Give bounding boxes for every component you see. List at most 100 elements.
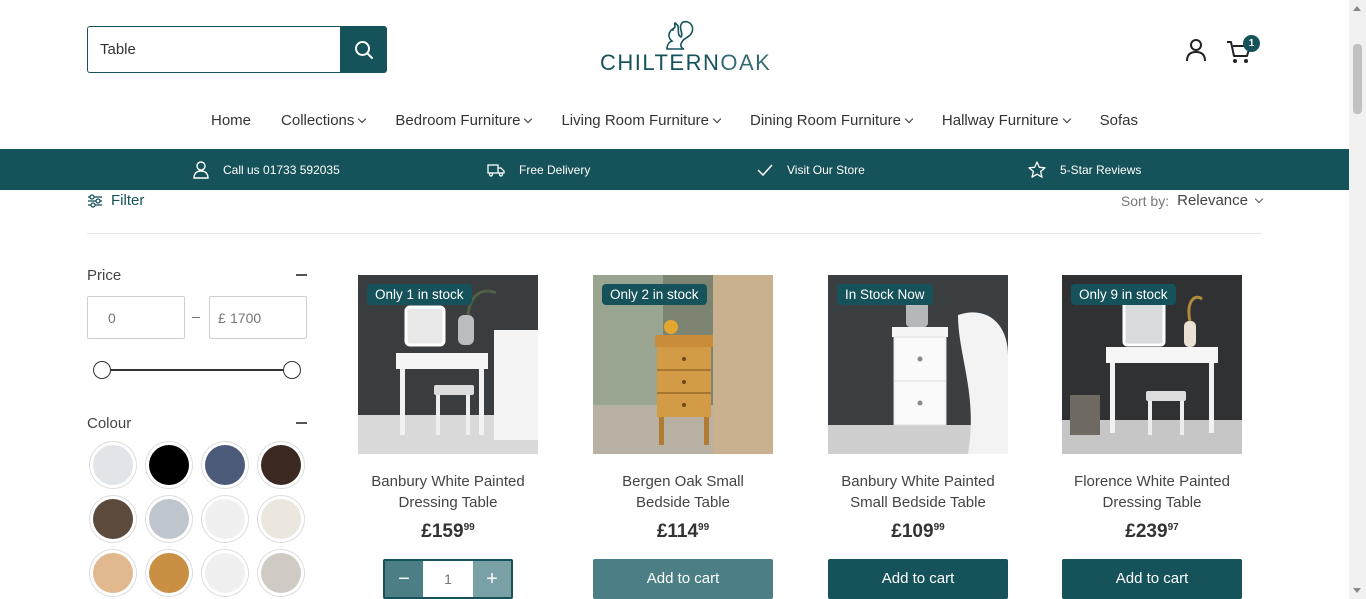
usp-free-delivery[interactable]: Free Delivery [487, 149, 590, 190]
main-nav: Home Collections Bedroom Furniture Livin… [0, 112, 1349, 129]
chevron-down-icon [1062, 114, 1071, 123]
chevron-down-icon [904, 114, 914, 123]
search-input[interactable] [87, 26, 340, 73]
price-facet-title[interactable]: Price [87, 267, 121, 284]
product-title[interactable]: Banbury White Painted Dressing Table [358, 471, 538, 513]
collapse-minus-icon[interactable] [296, 422, 307, 424]
nav-label: Living Room Furniture [561, 112, 710, 129]
add-to-cart-button[interactable]: Add to cart [1062, 559, 1242, 599]
price-slider-track[interactable] [101, 369, 291, 371]
site-logo[interactable]: CHILTERNOAK [600, 18, 770, 76]
stock-badge: In Stock Now [837, 284, 933, 305]
usp-label: 5-Star Reviews [1060, 162, 1142, 177]
product-price: £15999 [358, 521, 538, 543]
nav-item-bedroom-furniture[interactable]: Bedroom Furniture [395, 112, 533, 129]
chevron-down-icon [1254, 194, 1264, 203]
product-card[interactable]: Only 9 in stock Florence White Painted D… [1062, 275, 1242, 599]
product-image[interactable]: Only 2 in stock [593, 275, 773, 454]
currency-symbol: £ [218, 310, 226, 326]
product-card[interactable]: In Stock Now Banbury White Painted Small… [828, 275, 1008, 599]
scroll-up-arrow-icon[interactable] [1353, 6, 1361, 11]
star-icon [1028, 160, 1046, 178]
colour-swatch[interactable] [261, 553, 301, 593]
price-slider-max-handle[interactable] [283, 361, 301, 379]
qty-input[interactable] [423, 561, 473, 597]
search-button[interactable] [340, 26, 387, 73]
colour-swatch[interactable] [149, 499, 189, 539]
page-scrollbar[interactable] [1349, 0, 1366, 599]
colour-swatch[interactable] [205, 499, 245, 539]
nav-item-hallway-furniture[interactable]: Hallway Furniture [941, 112, 1071, 129]
divider [87, 233, 1262, 234]
nav-item-sofas[interactable]: Sofas [1100, 112, 1138, 129]
product-title[interactable]: Florence White Painted Dressing Table [1062, 471, 1242, 513]
qty-plus-button[interactable]: + [473, 561, 511, 597]
product-price: £10999 [828, 521, 1008, 543]
cart-button[interactable]: 1 [1226, 35, 1260, 65]
price-slider-min-handle[interactable] [93, 361, 111, 379]
product-price: £11499 [593, 521, 773, 543]
nav-label: Home [211, 112, 252, 129]
nav-label: Sofas [1099, 112, 1138, 129]
filter-sliders-icon [88, 193, 102, 208]
sort-value: Relevance [1177, 192, 1248, 209]
sort-dropdown[interactable]: Sort by: Relevance [1121, 192, 1264, 209]
colour-swatch[interactable] [93, 445, 133, 485]
price-pounds: £109 [891, 521, 934, 542]
add-to-cart-button[interactable]: Add to cart [828, 559, 1008, 599]
colour-swatch[interactable] [93, 499, 133, 539]
usp-call-us[interactable]: Call us 01733 592035 [193, 149, 340, 190]
collapse-minus-icon[interactable] [296, 274, 307, 276]
nav-label: Hallway Furniture [941, 112, 1059, 129]
nav-item-living-room-furniture[interactable]: Living Room Furniture [561, 112, 722, 129]
colour-swatch[interactable] [93, 553, 133, 593]
product-image[interactable]: In Stock Now [828, 275, 1008, 454]
colour-facet-title[interactable]: Colour [87, 415, 131, 432]
account-icon[interactable] [1183, 37, 1209, 63]
search-form [87, 26, 387, 73]
price-pounds: £114 [656, 521, 699, 542]
stock-badge: Only 9 in stock [1071, 284, 1176, 305]
price-pence: 99 [463, 522, 475, 533]
logo-wordmark: CHILTERNOAK [600, 52, 770, 74]
price-pounds: £239 [1125, 521, 1168, 542]
chevron-down-icon [712, 114, 722, 123]
price-pounds: £159 [421, 521, 464, 542]
filter-toggle[interactable]: Filter [87, 192, 144, 209]
usp-bar: Call us 01733 592035 Free Delivery Visit… [0, 149, 1349, 190]
scrollbar-thumb[interactable] [1353, 44, 1362, 114]
product-image[interactable]: Only 1 in stock [358, 275, 538, 454]
product-price: £23997 [1062, 521, 1242, 543]
product-title[interactable]: Banbury White Painted Small Bedside Tabl… [828, 471, 1008, 513]
product-image[interactable]: Only 9 in stock [1062, 275, 1242, 454]
nav-item-dining-room-furniture[interactable]: Dining Room Furniture [750, 112, 914, 129]
logo-text-part2: OAK [720, 50, 772, 75]
colour-swatch[interactable] [205, 445, 245, 485]
nav-label: Collections [281, 112, 355, 129]
chevron-down-icon [524, 114, 533, 123]
colour-swatch[interactable] [149, 445, 189, 485]
checkmark-icon [757, 163, 773, 176]
usp-visit-store[interactable]: Visit Our Store [757, 149, 865, 190]
colour-swatch[interactable] [205, 553, 245, 593]
usp-reviews[interactable]: 5-Star Reviews [1028, 149, 1141, 190]
scroll-down-arrow-icon[interactable] [1353, 588, 1361, 593]
quantity-stepper: − + [383, 559, 513, 599]
colour-swatch[interactable] [149, 553, 189, 593]
nav-item-collections[interactable]: Collections [281, 112, 367, 129]
delivery-truck-icon [487, 163, 505, 177]
nav-item-home[interactable]: Home [211, 112, 251, 129]
usp-label: Visit Our Store [787, 162, 865, 177]
price-min-input[interactable] [87, 296, 185, 339]
search-icon [354, 40, 373, 59]
add-to-cart-button[interactable]: Add to cart [593, 559, 773, 599]
product-card[interactable]: Only 1 in stock Banbury White Painted Dr… [358, 275, 538, 599]
product-title[interactable]: Bergen Oak Small Bedside Table [593, 471, 773, 513]
colour-swatch[interactable] [261, 445, 301, 485]
nav-label: Dining Room Furniture [750, 112, 901, 129]
product-card[interactable]: Only 2 in stock Bergen Oak Small Bedside… [593, 275, 773, 599]
chevron-down-icon [358, 114, 367, 123]
usp-label: Call us 01733 592035 [223, 162, 340, 177]
colour-swatch[interactable] [261, 499, 301, 539]
qty-minus-button[interactable]: − [385, 561, 423, 597]
